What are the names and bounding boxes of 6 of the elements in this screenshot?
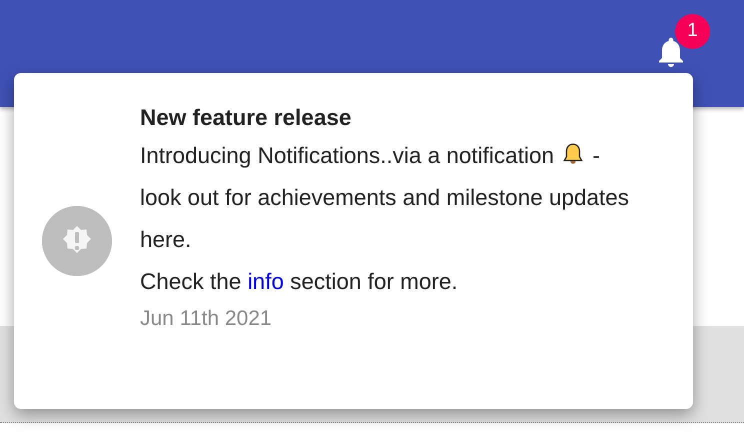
notification-date: Jun 11th 2021 (140, 306, 273, 332)
info-link[interactable]: info (248, 269, 284, 294)
alert-icon (42, 206, 112, 276)
notification-message: Introducing Notifications..via a notification - look out for achievements and milestone updates here. (140, 140, 630, 254)
notification-footer-text: Check the info section for more. (140, 268, 459, 296)
notification-title: New feature release (140, 104, 352, 132)
